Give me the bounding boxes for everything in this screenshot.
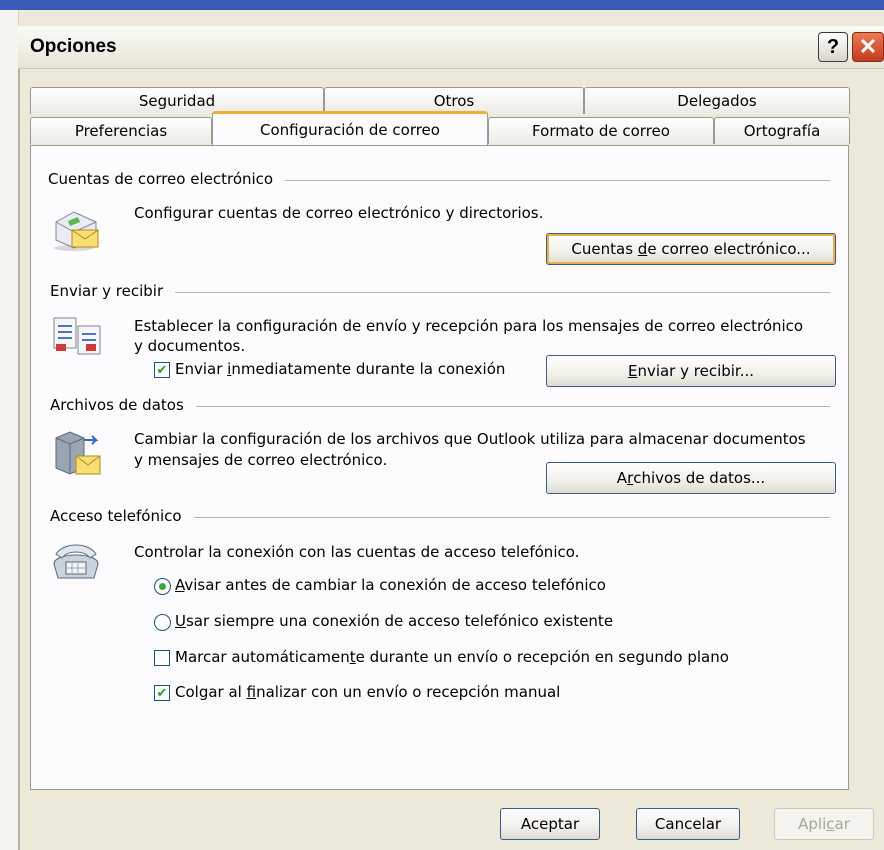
dialog-titlebar[interactable] — [18, 26, 884, 69]
email-accounts-button[interactable]: Cuentas de correo electrónico... — [546, 233, 836, 265]
warn-before-switching-radio[interactable] — [154, 578, 171, 595]
data-files-description-line2: y mensajes de correo electrónico. — [134, 451, 388, 469]
section-title-dialup: Acceso telefónico — [50, 507, 194, 525]
email-accounts-button-accesskey: d — [637, 240, 648, 258]
send-receive-icon — [53, 317, 101, 355]
data-files-button[interactable]: Ar chivos de datos... — [546, 462, 836, 494]
close-button[interactable]: ✕ — [852, 32, 884, 62]
hang-up-label-post: inalizar con un envío o recepción manual — [256, 683, 561, 701]
email-accounts-button-label-pre: Cuentas — [571, 240, 638, 258]
tab-preferencias[interactable]: Preferencias — [30, 117, 212, 144]
tab-ortografia[interactable]: Ortografía — [714, 117, 850, 144]
always-use-existing-label-text: sar siempre una conexión de acceso telef… — [185, 612, 614, 630]
cancel-button[interactable]: Cancelar — [636, 808, 740, 840]
warn-before-switching-label-text: visar antes de cambiar la conexión de ac… — [184, 576, 606, 594]
apply-button-accesskey: c — [826, 815, 835, 833]
accounts-description: Configurar cuentas de correo electrónico… — [134, 204, 544, 222]
background-app-titlebar — [0, 0, 884, 10]
dialog-title: Opciones — [30, 36, 117, 57]
auto-dial-label-pre: Marcar automáticamen — [175, 648, 350, 666]
warn-before-switching-label[interactable]: Avisar antes de cambiar la conexión de a… — [175, 576, 606, 594]
auto-dial-checkbox[interactable] — [154, 650, 170, 666]
tab-formato-de-correo[interactable]: Formato de correo — [488, 117, 714, 144]
data-files-icon — [55, 431, 101, 475]
tab-seguridad[interactable]: Seguridad — [30, 87, 324, 114]
send-receive-description-line2: y documentos. — [134, 337, 246, 355]
send-immediately-label[interactable]: Enviar inmediatamente durante la conexió… — [175, 360, 505, 378]
auto-dial-label-post: e durante un envío o recepción en segund… — [355, 648, 729, 666]
send-receive-button-accesskey: E — [627, 362, 638, 380]
always-use-existing-radio[interactable] — [154, 614, 171, 631]
data-files-button-label-post: chivos de datos... — [633, 469, 766, 487]
send-immediately-checkbox[interactable]: ✔ — [154, 362, 170, 378]
warn-before-switching-accesskey: A — [175, 576, 185, 594]
always-use-existing-label[interactable]: Usar siempre una conexión de acceso tele… — [175, 612, 613, 630]
phone-icon — [53, 544, 99, 579]
data-files-description-line1: Cambiar la configuración de los archivos… — [134, 430, 806, 448]
background-app-edge — [0, 10, 19, 850]
tab-otros[interactable]: Otros — [324, 87, 584, 114]
section-title-data-files: Archivos de datos — [50, 396, 196, 414]
hang-up-checkbox[interactable]: ✔ — [154, 685, 170, 701]
ok-button[interactable]: Aceptar — [500, 808, 600, 840]
hang-up-accesskey: f — [246, 683, 257, 701]
dialup-description: Controlar la conexión con las cuentas de… — [134, 543, 580, 561]
hang-up-label-pre: Colgar al — [175, 683, 247, 701]
mail-accounts-icon — [54, 211, 99, 251]
hang-up-label[interactable]: Colgar al finalizar con un envío o recep… — [175, 683, 560, 701]
send-immediately-label-pre: Enviar — [175, 360, 228, 378]
always-use-existing-accesskey: U — [175, 612, 186, 630]
email-accounts-button-label-post: e correo electrónico... — [647, 240, 811, 258]
tab-delegados[interactable]: Delegados — [584, 87, 850, 114]
radio-selected-dot — [159, 583, 166, 590]
send-receive-button-label: nviar y recibir... — [637, 362, 755, 380]
apply-button[interactable]: Apli c ar — [774, 808, 874, 840]
apply-button-label-post: ar — [834, 815, 850, 833]
apply-button-label-pre: Apli — [798, 815, 827, 833]
section-title-accounts: Cuentas de correo electrónico — [48, 170, 286, 188]
send-receive-button[interactable]: Enviar y recibir... — [546, 355, 836, 387]
send-receive-description-line1: Establecer la configuración de envío y r… — [134, 317, 804, 335]
help-button[interactable]: ? — [818, 32, 848, 62]
send-immediately-label-post: nmediatamente durante la conexión — [231, 360, 506, 378]
data-files-button-label-pre: A — [616, 469, 628, 487]
auto-dial-label[interactable]: Marcar automáticamente durante un envío … — [175, 648, 729, 666]
tab-configuracion-de-correo[interactable]: Configuración de correo — [212, 111, 488, 145]
section-title-send-receive: Enviar y recibir — [50, 282, 176, 300]
